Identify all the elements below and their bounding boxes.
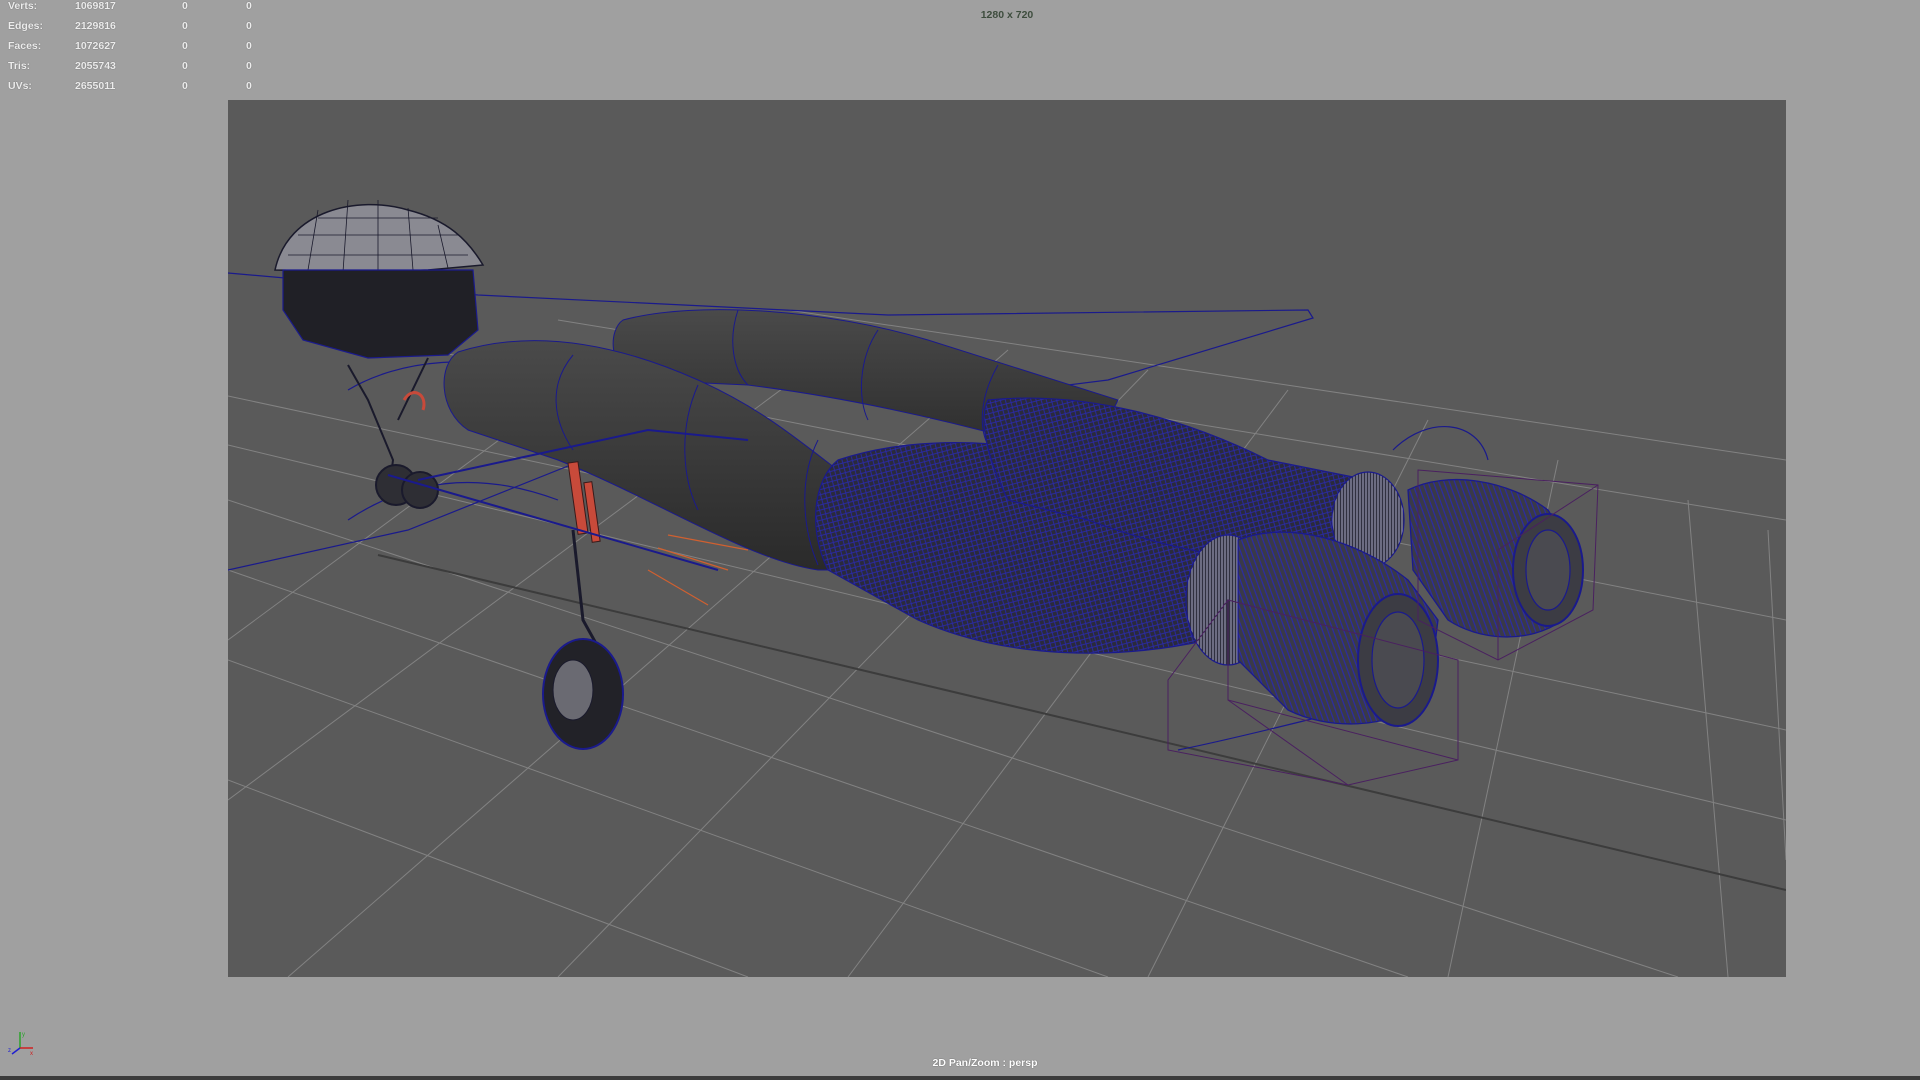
hud-label: UVs: bbox=[8, 80, 32, 92]
perspective-viewport[interactable] bbox=[228, 100, 1786, 977]
cockpit-canopy[interactable] bbox=[274, 199, 485, 359]
hud-total: 2129816 bbox=[75, 20, 116, 32]
hud-selected-sub: 0 bbox=[246, 60, 252, 72]
z-axis-line bbox=[11, 1047, 21, 1055]
viewport-status-label: 2D Pan/Zoom : persp bbox=[932, 1057, 1038, 1069]
view-axis-gizmo: y x z bbox=[8, 1032, 33, 1057]
hud-selected: 0 bbox=[182, 20, 188, 32]
x-axis-label: x bbox=[30, 1051, 33, 1057]
selected-highlight-lines bbox=[647, 534, 749, 606]
resolution-gate-label: 1280 x 720 bbox=[980, 9, 1034, 21]
hud-label: Edges: bbox=[8, 20, 44, 32]
hud-total: 2655011 bbox=[75, 80, 116, 92]
viewport-scene[interactable] bbox=[228, 100, 1786, 977]
hud-selected: 0 bbox=[182, 40, 188, 52]
viewport-bottom-border bbox=[0, 1076, 1920, 1080]
hud-total: 2055743 bbox=[75, 60, 116, 72]
y-axis-label: y bbox=[22, 1032, 25, 1038]
z-axis-label: z bbox=[8, 1048, 11, 1054]
hud-selected: 0 bbox=[182, 60, 188, 72]
hud-total: 1072627 bbox=[75, 40, 116, 52]
exhaust-nozzle-right[interactable] bbox=[1407, 479, 1584, 638]
hud-selected-sub: 0 bbox=[246, 80, 252, 92]
hud-selected-sub: 0 bbox=[246, 40, 252, 52]
hud-selected: 0 bbox=[182, 80, 188, 92]
hud-label: Tris: bbox=[8, 60, 31, 72]
hud-selected-sub: 0 bbox=[246, 20, 252, 32]
hud-label: Faces: bbox=[8, 40, 42, 52]
